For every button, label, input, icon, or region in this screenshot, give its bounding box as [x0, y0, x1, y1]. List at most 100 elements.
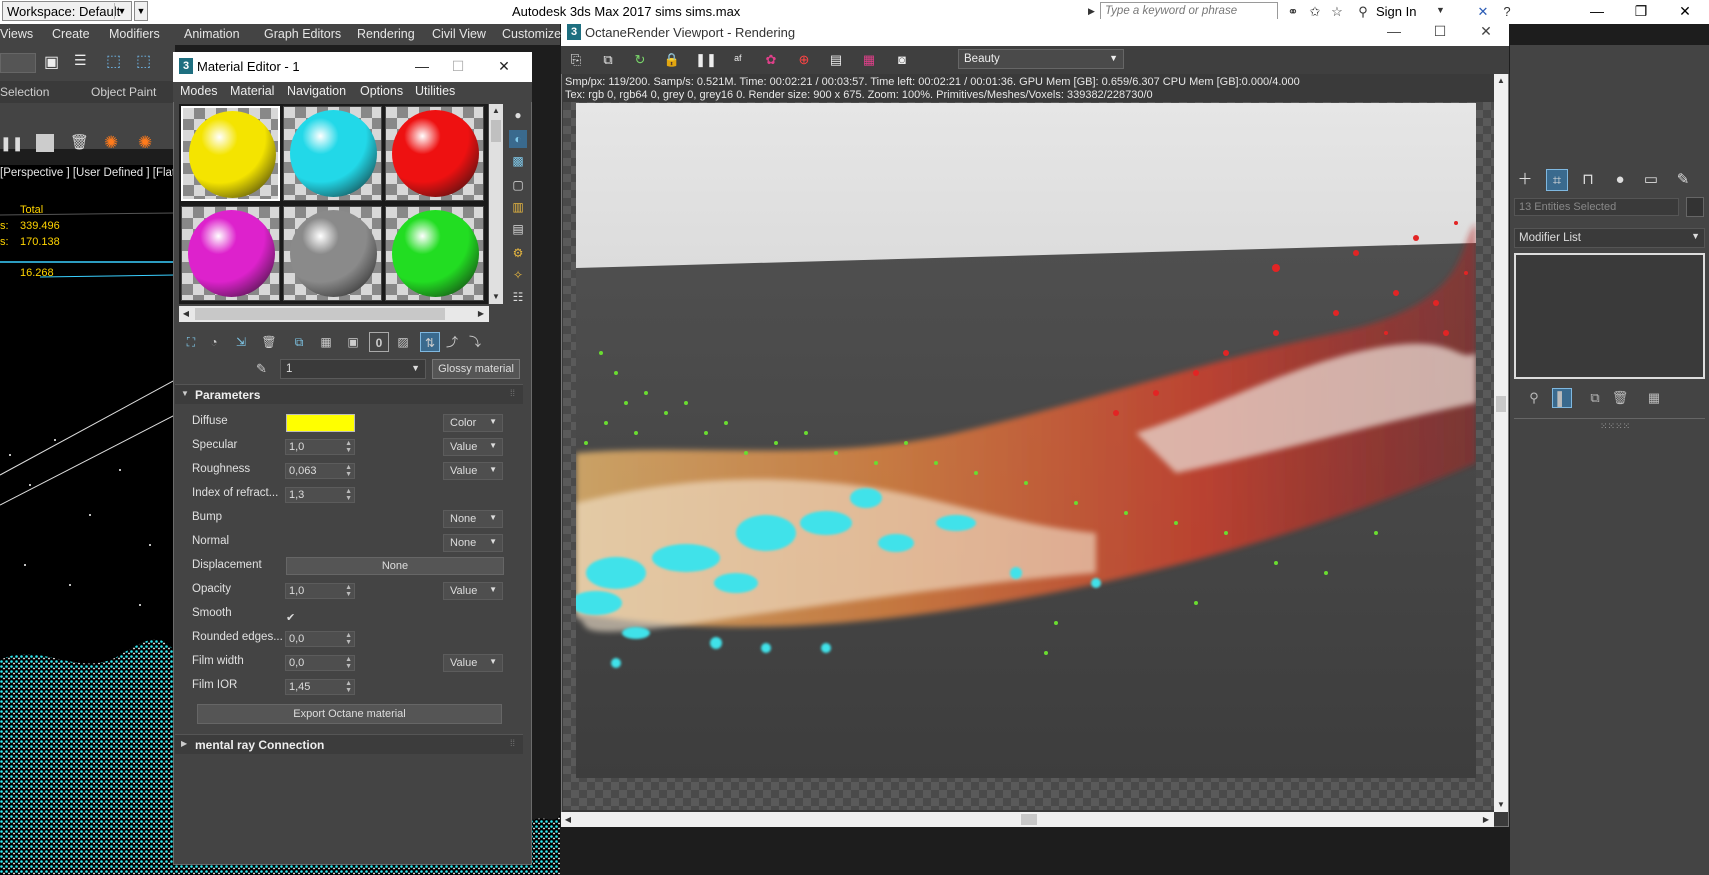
workspace-select[interactable]: Workspace: Default ▼	[2, 1, 132, 21]
window-crossing-icon[interactable]: ⬚	[136, 51, 158, 73]
sample-slot-5[interactable]	[283, 206, 382, 301]
select-by-material-icon[interactable]: ✧	[509, 266, 527, 284]
close-icon[interactable]: ✕	[482, 52, 526, 82]
pause-icon[interactable]: ❚❚	[695, 49, 717, 71]
remove-modifier-icon[interactable]: 🗑	[1610, 388, 1630, 408]
bump-mode-dropdown[interactable]: None ▼	[443, 510, 503, 528]
spinner-arrows-icon[interactable]: ▲ ▼	[345, 632, 352, 646]
camera-icon[interactable]: ◙	[891, 49, 913, 71]
save-render-icon[interactable]: ⎘	[565, 49, 587, 71]
opacity-spinner[interactable]: 1,0 ▲ ▼	[285, 583, 355, 599]
create-tab-icon[interactable]: ＋	[1514, 169, 1536, 191]
slots-vertical-scrollbar[interactable]: ▲ ▼	[489, 104, 503, 304]
sample-uv-icon[interactable]: ▢	[509, 176, 527, 194]
make-unique-icon[interactable]: ▦	[316, 332, 336, 352]
chevron-down-icon[interactable]: ▼	[1436, 5, 1445, 15]
film-width-mode-dropdown[interactable]: Value ▼	[443, 654, 503, 672]
trash-icon[interactable]: 🗑	[70, 133, 90, 153]
rendered-image[interactable]	[576, 103, 1476, 778]
rect-select-icon[interactable]: ⬚	[106, 51, 128, 73]
restore-icon[interactable]: ❐	[1619, 0, 1663, 24]
quick-access-dropdown[interactable]: ▼	[134, 1, 148, 21]
scroll-up-icon[interactable]: ▲	[489, 104, 503, 118]
sample-slot-4[interactable]	[181, 206, 280, 301]
sample-slot-2[interactable]	[283, 106, 382, 201]
go-forward-sibling-icon[interactable]: ⤵	[465, 332, 485, 352]
pin-stack-icon[interactable]: ⚲	[1524, 388, 1544, 408]
background-icon[interactable]: ▩	[509, 152, 527, 170]
normal-mode-dropdown[interactable]: None ▼	[443, 534, 503, 552]
spinner-arrows-icon[interactable]: ▲ ▼	[345, 488, 352, 502]
export-octane-material-button[interactable]: Export Octane material	[197, 704, 502, 724]
viewport-label[interactable]: [Perspective ] [User Defined ] [Flat C	[0, 167, 187, 179]
diffuse-mode-dropdown[interactable]: Color ▼	[443, 414, 503, 432]
utilities-tab-icon[interactable]: ✎	[1672, 169, 1694, 191]
menu-customize[interactable]: Customize	[502, 27, 561, 41]
specular-mode-dropdown[interactable]: Value ▼	[443, 438, 503, 456]
menu-modifiers[interactable]: Modifiers	[109, 27, 160, 41]
menu-options[interactable]: Options	[360, 84, 403, 98]
configure-sets-icon[interactable]: ▦	[1644, 388, 1664, 408]
menu-create[interactable]: Create	[52, 27, 90, 41]
selection-name-field[interactable]: 13 Entities Selected	[1514, 198, 1679, 216]
smooth-checkbox[interactable]: ✔	[286, 612, 298, 624]
material-name-field[interactable]: 1 ▼	[280, 359, 426, 379]
roughness-mode-dropdown[interactable]: Value ▼	[443, 462, 503, 480]
minimize-icon[interactable]: —	[1371, 19, 1417, 46]
slots-horizontal-scrollbar[interactable]: ◀ ▶	[179, 306, 489, 322]
specular-spinner[interactable]: 1,0 ▲ ▼	[285, 439, 355, 455]
scroll-right-icon[interactable]: ▶	[473, 306, 489, 322]
material-type-button[interactable]: Glossy material	[432, 359, 520, 379]
restart-render-icon[interactable]: ↻	[629, 49, 651, 71]
backlight-icon[interactable]: ◐	[509, 130, 527, 148]
rollout-parameters[interactable]: ▼ Parameters ⁞⁞	[175, 384, 523, 404]
menu-material[interactable]: Material	[230, 84, 274, 98]
roughness-spinner[interactable]: 0,063 ▲ ▼	[285, 463, 355, 479]
assign-to-selection-icon[interactable]: ⇲	[231, 332, 251, 352]
sign-in-link[interactable]: Sign In	[1376, 4, 1416, 19]
copy-icon[interactable]: ⧉	[597, 49, 619, 71]
spinner-arrows-icon[interactable]: ▲ ▼	[345, 656, 352, 670]
scroll-down-icon[interactable]: ▼	[1494, 798, 1508, 812]
sample-type-icon[interactable]: ●	[509, 106, 527, 124]
make-unique-icon[interactable]: ⧉	[1585, 388, 1605, 408]
spinner-arrows-icon[interactable]: ▲ ▼	[345, 440, 352, 454]
focus-picker-icon[interactable]: ᵃᶠ	[727, 49, 749, 71]
fire-icon[interactable]: ✺	[138, 133, 162, 157]
octane-vertical-scrollbar[interactable]: ▲ ▼	[1494, 74, 1508, 812]
scroll-down-icon[interactable]: ▼	[489, 290, 503, 304]
color-picker-icon[interactable]: ✿	[760, 49, 782, 71]
show-end-result-icon[interactable]: ⇅	[420, 332, 440, 352]
select-object-icon[interactable]: ▣	[44, 52, 64, 72]
menu-civil-view[interactable]: Civil View	[432, 27, 486, 41]
grip-icon[interactable]: ⁙⁙⁙⁙	[1600, 421, 1630, 432]
spinner-arrows-icon[interactable]: ▲ ▼	[345, 464, 352, 478]
film-width-spinner[interactable]: 0,0 ▲ ▼	[285, 655, 355, 671]
go-to-parent-icon[interactable]: ⤴	[442, 332, 462, 352]
hierarchy-tab-icon[interactable]: ⊓	[1577, 169, 1599, 191]
show-shaded-icon[interactable]: ▨	[393, 332, 413, 352]
scroll-thumb[interactable]	[491, 120, 501, 142]
make-copy-icon[interactable]: ⧉	[289, 332, 309, 352]
scroll-up-icon[interactable]: ▲	[1494, 74, 1508, 88]
scroll-thumb[interactable]	[195, 308, 445, 320]
object-color-swatch[interactable]	[1686, 197, 1704, 217]
menu-animation[interactable]: Animation	[184, 27, 240, 41]
stop-icon[interactable]	[36, 134, 54, 152]
menu-navigation[interactable]: Navigation	[287, 84, 346, 98]
scroll-thumb[interactable]	[1496, 396, 1506, 412]
motion-tab-icon[interactable]: ●	[1609, 169, 1631, 191]
menu-modes[interactable]: Modes	[180, 84, 218, 98]
sample-slot-3[interactable]	[385, 106, 484, 201]
material-editor-titlebar[interactable]: 3 Material Editor - 1 — ☐ ✕	[173, 52, 532, 82]
put-to-library-icon[interactable]: ▣	[343, 332, 363, 352]
get-material-icon[interactable]: ⛶	[181, 332, 201, 352]
rollout-mental-ray[interactable]: ▶ mental ray Connection ⁞⁞	[175, 734, 523, 754]
viewport-lock-icon[interactable]: ▤	[825, 49, 847, 71]
octane-titlebar[interactable]: 3 OctaneRender Viewport - Rendering — ☐ …	[561, 19, 1509, 46]
modify-tab-icon[interactable]: ⌗	[1546, 169, 1568, 191]
close-icon[interactable]: ✕	[1463, 19, 1509, 46]
spinner-arrows-icon[interactable]: ▲ ▼	[345, 584, 352, 598]
material-navigator-icon[interactable]: ☷	[509, 288, 527, 306]
ribbon-tab-object-paint[interactable]: Object Paint	[91, 85, 156, 99]
